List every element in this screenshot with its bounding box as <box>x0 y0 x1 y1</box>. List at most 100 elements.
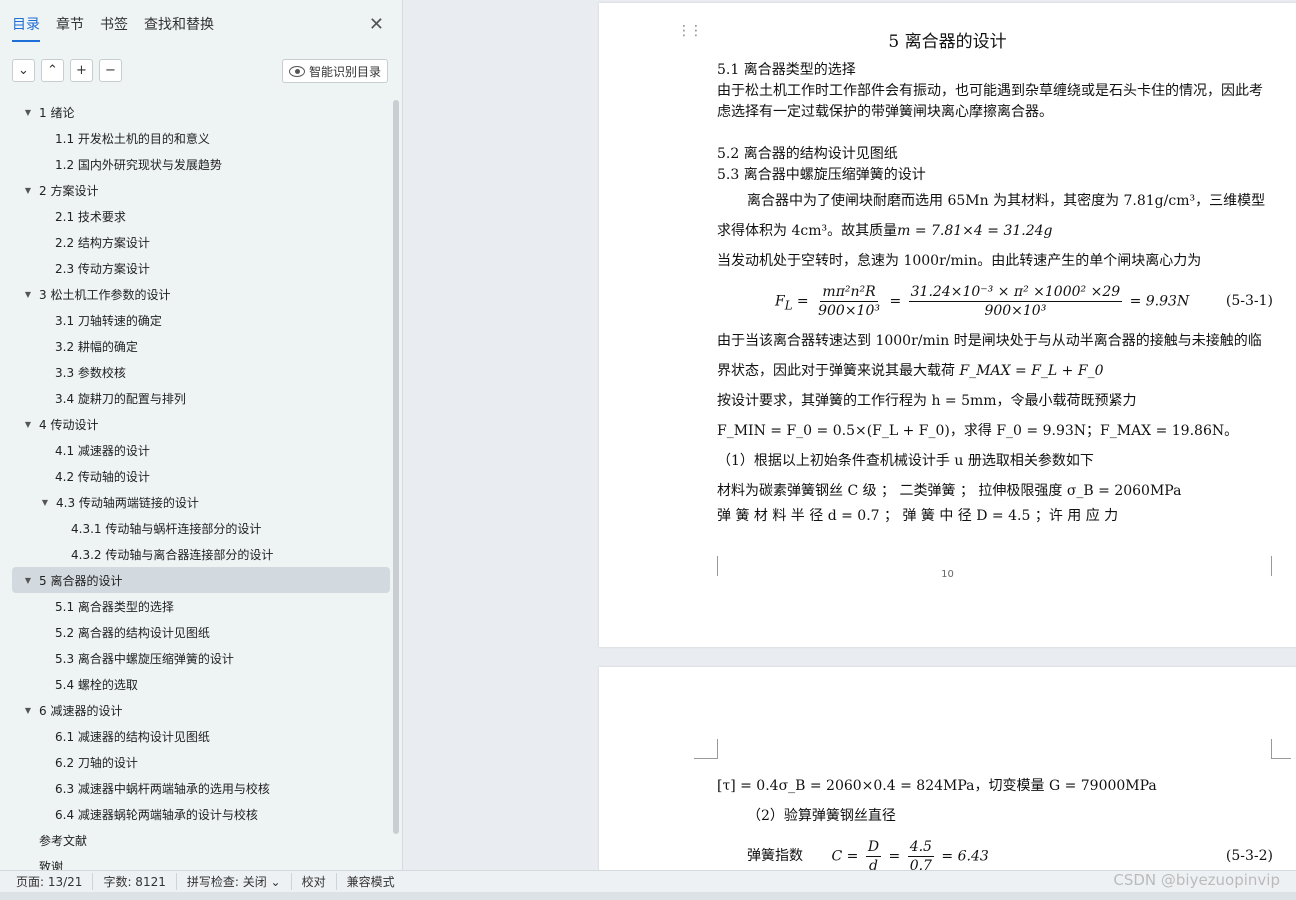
page-body: 5.1 离合器类型的选择 由于松土机工作时工作部件会有振动，也可能遇到杂草缠绕或… <box>717 60 1273 527</box>
toc-item[interactable]: ▼ 2 方案设计 <box>12 177 390 203</box>
toc-item[interactable]: 5.4 螺栓的选取 <box>12 671 390 697</box>
toc-item-label: 3.3 参数校核 <box>55 365 126 380</box>
toc-item-label: 5.1 离合器类型的选择 <box>55 599 174 614</box>
toc-item[interactable]: 3.2 耕幅的确定 <box>12 333 390 359</box>
toc-item[interactable]: 致谢 <box>12 853 390 871</box>
paragraph: [τ] = 0.4σ_B = 2060×0.4 = 824MPa，切变模量 G … <box>717 778 1157 794</box>
document-page: [τ] = 0.4σ_B = 2060×0.4 = 824MPa，切变模量 G … <box>599 667 1296 870</box>
equation-5-3-1: FL = mπ²n²R 900×10³ = 31.24×10⁻³ × π² ×10… <box>775 283 1273 319</box>
paragraph: 离合器中为了使闸块耐磨而选用 65Mn 为其材料，其密度为 7.81g/cm³，… <box>717 193 1266 239</box>
toc-item-label: 4 传动设计 <box>39 417 99 432</box>
toc-item[interactable]: 6.2 刀轴的设计 <box>12 749 390 775</box>
toc-item-label: 6 减速器的设计 <box>39 703 123 718</box>
page-corner-mark <box>694 739 718 759</box>
tab-bookmarks[interactable]: 书签 <box>100 14 128 42</box>
eq-result: = 6.43 <box>941 848 989 864</box>
toc-item-label: 6.2 刀轴的设计 <box>55 755 138 770</box>
toc-item-label: 2 方案设计 <box>39 183 99 198</box>
toc-item[interactable]: 5.3 离合器中螺旋压缩弹簧的设计 <box>12 645 390 671</box>
fraction: 4.5 0.7 <box>907 838 934 870</box>
spell-check-toggle[interactable]: 拼写检查: 关闭 ⌄ <box>177 873 292 890</box>
toc-item[interactable]: 6.4 减速器蜗轮两端轴承的设计与校核 <box>12 801 390 827</box>
smart-recognize-toc-button[interactable]: 智能识别目录 <box>281 59 388 83</box>
close-icon[interactable]: ✕ <box>369 16 384 34</box>
proofread-button[interactable]: 校对 <box>292 873 337 890</box>
compat-mode-label: 兼容模式 <box>346 875 395 889</box>
toc-item[interactable]: ▼ 4 传动设计 <box>12 411 390 437</box>
chevron-down-icon[interactable]: ⌄ <box>12 59 35 82</box>
bottom-strip <box>0 892 1296 900</box>
collapse-arrow-icon[interactable]: ▼ <box>39 498 51 507</box>
toc-item[interactable]: 4.1 减速器的设计 <box>12 437 390 463</box>
toc-item-label: 1.1 开发松土机的目的和意义 <box>55 131 210 146</box>
toc-item-label: 4.3.1 传动轴与蜗杆连接部分的设计 <box>71 521 262 536</box>
toc-item[interactable]: 6.3 减速器中蜗杆两端轴承的选用与校核 <box>12 775 390 801</box>
collapse-arrow-icon[interactable]: ▼ <box>22 108 34 117</box>
toc-toolbar: ⌄ ⌃ + − <box>12 59 122 82</box>
paragraph: （1）根据以上初始条件查机械设计手 u 册选取相关参数如下 <box>717 453 1094 469</box>
toc-item[interactable]: 1.1 开发松土机的目的和意义 <box>12 125 390 151</box>
toc-item[interactable]: 5.2 离合器的结构设计见图纸 <box>12 619 390 645</box>
toc-item[interactable]: 4.2 传动轴的设计 <box>12 463 390 489</box>
toc-item[interactable]: ▼ 3 松土机工作参数的设计 <box>12 281 390 307</box>
toc-scrollbar[interactable] <box>393 100 399 834</box>
collapse-arrow-icon[interactable]: ▼ <box>22 290 34 299</box>
toc-item-label: 参考文献 <box>39 833 88 848</box>
collapse-arrow-icon[interactable]: ▼ <box>22 186 34 195</box>
toc-item[interactable]: 4.3.2 传动轴与离合器连接部分的设计 <box>12 541 390 567</box>
equation-number: (5-3-1) <box>1225 293 1273 309</box>
section-heading-5-1: 5.1 离合器类型的选择 <box>717 62 856 78</box>
toc-item-label: 6.4 减速器蜗轮两端轴承的设计与校核 <box>55 807 258 822</box>
math-expression: F_MIN = F_0 = 0.5×(F_L + F_0)，求得 F_0 = 9… <box>717 423 1239 439</box>
toc-list: ▼ 1 绪论 1.1 开发松土机的目的和意义 1.2 国内外研究现状与发展趋势 ▼ 2 方… <box>12 99 390 870</box>
add-icon[interactable]: + <box>70 59 93 82</box>
toc-item[interactable]: 2.3 传动方案设计 <box>12 255 390 281</box>
toc-item[interactable]: ▼ 4.3 传动轴两端链接的设计 <box>12 489 390 515</box>
toc-item[interactable]: 5.1 离合器类型的选择 <box>12 593 390 619</box>
eq-lhs: F <box>775 293 785 309</box>
toc-item-label: 4.3.2 传动轴与离合器连接部分的设计 <box>71 547 274 562</box>
toc-item-label: 2.1 技术要求 <box>55 209 126 224</box>
fraction: mπ²n²R 900×10³ <box>818 283 880 319</box>
page-body: [τ] = 0.4σ_B = 2060×0.4 = 824MPa，切变模量 G … <box>717 771 1273 870</box>
eye-icon <box>288 65 305 77</box>
section-heading-5-2: 5.2 离合器的结构设计见图纸 <box>717 146 898 162</box>
toc-item[interactable]: 2.1 技术要求 <box>12 203 390 229</box>
toc-item[interactable]: 1.2 国内外研究现状与发展趋势 <box>12 151 390 177</box>
toc-item[interactable]: ▼ 1 绪论 <box>12 99 390 125</box>
toc-item-label: 2.3 传动方案设计 <box>55 261 150 276</box>
collapse-arrow-icon[interactable]: ▼ <box>22 576 34 585</box>
toc-item[interactable]: 6.1 减速器的结构设计见图纸 <box>12 723 390 749</box>
tab-find-replace[interactable]: 查找和替换 <box>144 14 214 42</box>
status-bar: 页面: 13/21 字数: 8121 拼写检查: 关闭 ⌄ 校对 兼容模式 <box>0 870 1296 892</box>
page-number: 10 <box>941 569 954 580</box>
paragraph: 由于松土机工作时工作部件会有振动，也可能遇到杂草缠绕或是石头卡住的情况，因此考虑… <box>717 83 1263 120</box>
collapse-arrow-icon[interactable]: ▼ <box>22 706 34 715</box>
toc-item[interactable]: 3.3 参数校核 <box>12 359 390 385</box>
toc-item[interactable]: 4.3.1 传动轴与蜗杆连接部分的设计 <box>12 515 390 541</box>
toc-item[interactable]: 3.1 刀轴转速的确定 <box>12 307 390 333</box>
remove-icon[interactable]: − <box>99 59 122 82</box>
word-count[interactable]: 字数: 8121 <box>93 873 177 890</box>
toc-item-label: 3.2 耕幅的确定 <box>55 339 138 354</box>
paragraph: 材料为碳素弹簧钢丝 C 级 ； 二类弹簧 ； 拉伸极限强度 σ_B = 2060… <box>717 483 1182 499</box>
toc-item[interactable]: ▼ 5 离合器的设计 <box>12 567 390 593</box>
toc-item[interactable]: 参考文献 <box>12 827 390 853</box>
section-heading-5-3: 5.3 离合器中螺旋压缩弹簧的设计 <box>717 167 926 183</box>
document-page: ⋮⋮ 5 离合器的设计 5.1 离合器类型的选择 由于松土机工作时工作部件会有振… <box>599 3 1296 647</box>
toc-item[interactable]: 3.4 旋耕刀的配置与排列 <box>12 385 390 411</box>
tab-chapters[interactable]: 章节 <box>56 14 84 42</box>
collapse-arrow-icon[interactable]: ▼ <box>22 420 34 429</box>
page-corner-mark <box>1271 739 1291 759</box>
nav-tabs: 目录 章节 书签 查找和替换 <box>12 14 230 42</box>
toc-item[interactable]: ▼ 6 减速器的设计 <box>12 697 390 723</box>
toc-item-label: 5.3 离合器中螺旋压缩弹簧的设计 <box>55 651 234 666</box>
tab-toc[interactable]: 目录 <box>12 14 40 42</box>
toc-item-label: 4.2 传动轴的设计 <box>55 469 150 484</box>
chapter-title: 5 离合器的设计 <box>888 32 1007 52</box>
toc-item[interactable]: 2.2 结构方案设计 <box>12 229 390 255</box>
toc-item-label: 3.1 刀轴转速的确定 <box>55 313 162 328</box>
toc-item-label: 5 离合器的设计 <box>39 573 123 588</box>
chevron-up-icon[interactable]: ⌃ <box>41 59 64 82</box>
page-indicator[interactable]: 页面: 13/21 <box>16 873 94 890</box>
